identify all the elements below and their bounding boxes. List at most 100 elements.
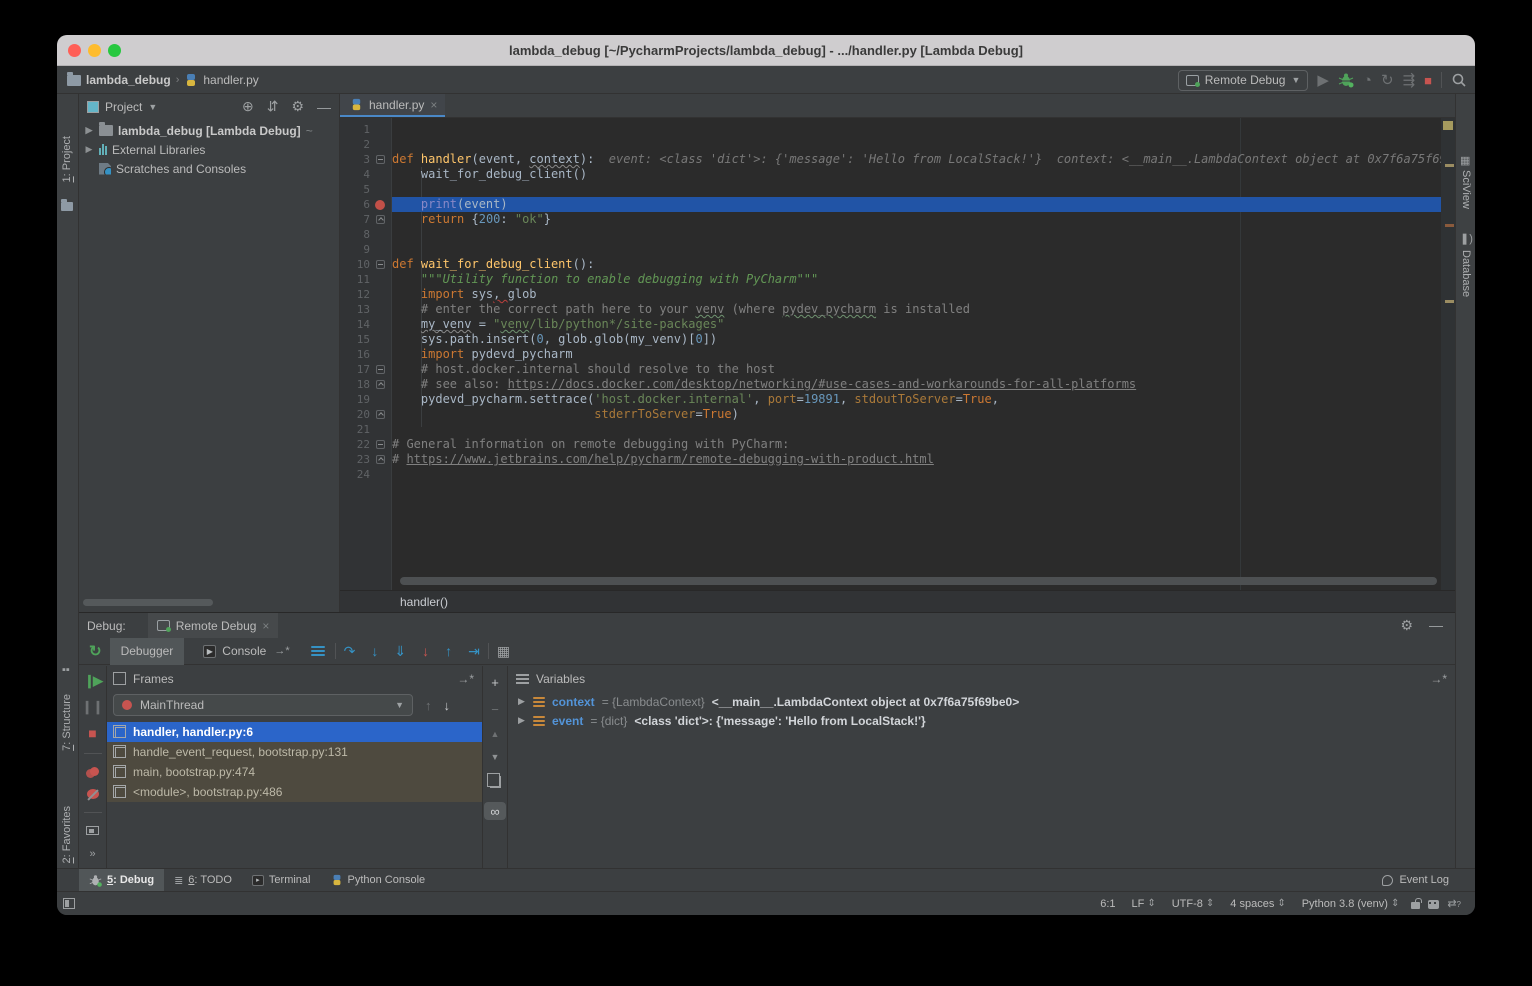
jump-to-output-icon[interactable]: →* [274, 645, 289, 657]
collapse-all-icon[interactable]: ⇵ [267, 98, 279, 115]
hide-panel-icon[interactable]: — [317, 99, 331, 115]
variable-row[interactable]: ▶context = {LambdaContext} <__main__.Lam… [508, 692, 1455, 711]
line-number[interactable]: 23 [340, 453, 370, 466]
code-lines[interactable]: def handler(event, context): event: <cla… [392, 118, 1455, 590]
code-line[interactable]: wait_for_debug_client() [392, 167, 1455, 182]
line-number[interactable]: 17 [340, 363, 370, 376]
inspections-widget-icon[interactable] [1428, 900, 1439, 909]
duplicate-watch-icon[interactable] [490, 776, 501, 788]
threads-view-icon[interactable] [311, 644, 325, 658]
expand-arrow-icon[interactable]: ▶ [518, 696, 526, 707]
search-everywhere-icon[interactable] [1451, 72, 1467, 88]
readonly-lock-icon[interactable] [1411, 902, 1420, 909]
profiler-button[interactable]: ◔ [1363, 73, 1372, 88]
line-number[interactable]: 2 [340, 138, 370, 151]
stack-frame-row[interactable]: handle_event_request, bootstrap.py:131 [107, 742, 482, 762]
project-panel-title[interactable]: Project [105, 100, 142, 114]
gear-icon[interactable]: ⚙ [291, 98, 304, 115]
fold-end-icon[interactable] [376, 455, 385, 464]
fold-end-icon[interactable] [376, 410, 385, 419]
code-line[interactable]: # General information on remote debuggin… [392, 437, 1455, 452]
close-icon[interactable]: × [430, 98, 437, 112]
tool-button-favorites[interactable]: 2: Favorites [61, 806, 73, 863]
force-step-into-icon[interactable]: ↓ [422, 644, 429, 658]
tool-button-project[interactable]: 1: Project [61, 136, 73, 182]
error-stripe[interactable] [1441, 118, 1455, 590]
tab-console[interactable]: ▶ Console →* [192, 638, 300, 665]
step-into-my-code-icon[interactable]: ⇓ [394, 644, 406, 658]
float-panel-icon[interactable]: →* [457, 672, 474, 686]
encoding-selector[interactable]: UTF-8 [1168, 898, 1219, 910]
gear-icon[interactable]: ⚙ [1400, 617, 1413, 634]
run-to-cursor-icon[interactable]: ⇥ [468, 644, 480, 658]
expand-arrow-icon[interactable]: ▶ [84, 144, 94, 155]
line-number[interactable]: 1 [340, 123, 370, 136]
pause-button[interactable]: ❙❙ [82, 700, 104, 713]
code-line[interactable]: sys.path.insert(0, glob.glob(my_venv)[0]… [392, 332, 1455, 347]
line-number[interactable]: 9 [340, 243, 370, 256]
stripe-mark[interactable] [1443, 121, 1453, 130]
tab-debugger[interactable]: Debugger [110, 638, 185, 665]
line-number[interactable]: 3 [340, 153, 370, 166]
code-line[interactable] [392, 137, 1455, 152]
debug-session-tab[interactable]: Remote Debug × [148, 613, 279, 638]
code-line[interactable]: my_venv = "venv/lib/python*/site-package… [392, 317, 1455, 332]
tree-item[interactable]: ▶lambda_debug [Lambda Debug] ~ [79, 121, 339, 140]
breadcrumb-project[interactable]: lambda_debug [86, 73, 171, 87]
view-breakpoints-button[interactable] [86, 767, 99, 776]
line-number[interactable]: 7 [340, 213, 370, 226]
move-down-icon[interactable]: ▼ [491, 753, 500, 762]
more-actions-chevron[interactable]: » [89, 848, 95, 860]
line-number[interactable]: 10 [340, 258, 370, 271]
expand-arrow-icon[interactable]: ▶ [84, 125, 94, 136]
stack-frame-row[interactable]: handler, handler.py:6 [107, 722, 482, 742]
line-number[interactable]: 18 [340, 378, 370, 391]
breadcrumb-file[interactable]: handler.py [203, 73, 258, 87]
coverage-button[interactable]: ↻ [1381, 73, 1394, 88]
code-line[interactable] [392, 227, 1455, 242]
interpreter-selector[interactable]: Python 3.8 (venv) [1298, 898, 1404, 910]
stack-frame-row[interactable]: main, bootstrap.py:474 [107, 762, 482, 782]
line-number[interactable]: 11 [340, 273, 370, 286]
code-line[interactable]: def handler(event, context): event: <cla… [392, 152, 1455, 167]
run-configurations-button[interactable]: ⇶ [1403, 73, 1416, 88]
step-into-icon[interactable]: ↓ [371, 644, 378, 658]
caret-position[interactable]: 6:1 [1096, 898, 1119, 910]
restore-layout-button[interactable] [86, 826, 99, 835]
line-number[interactable]: 22 [340, 438, 370, 451]
code-line[interactable]: return {200: "ok"} [392, 212, 1455, 227]
tool-button-structure[interactable]: 7: Structure [61, 694, 73, 751]
run-button[interactable]: ▶ [1317, 73, 1329, 88]
stack-frame-row[interactable]: <module>, bootstrap.py:486 [107, 782, 482, 802]
stop-button[interactable]: ■ [1424, 74, 1432, 87]
line-number[interactable]: 13 [340, 303, 370, 316]
tool-button-debug[interactable]: 5: Debug [79, 869, 164, 892]
tool-button-terminal[interactable]: ▸Terminal [242, 869, 321, 892]
editor-breadcrumb[interactable]: handler() [340, 590, 1455, 612]
step-out-icon[interactable]: ↑ [445, 644, 452, 658]
code-line[interactable]: print(event) [392, 197, 1455, 212]
locate-file-icon[interactable]: ⊕ [242, 98, 254, 115]
line-number[interactable]: 20 [340, 408, 370, 421]
step-over-icon[interactable]: ↷ [344, 644, 356, 658]
code-line[interactable] [392, 422, 1455, 437]
code-line[interactable] [392, 182, 1455, 197]
code-line[interactable]: def wait_for_debug_client(): [392, 257, 1455, 272]
editor-gutter[interactable]: 123456789101112131415161718192021222324 [340, 118, 392, 590]
code-line[interactable]: # see also: https://docs.docker.com/desk… [392, 377, 1455, 392]
code-line[interactable]: pydevd_pycharm.settrace('host.docker.int… [392, 392, 1455, 407]
line-number[interactable]: 24 [340, 468, 370, 481]
stripe-mark[interactable] [1445, 300, 1454, 303]
line-number[interactable]: 5 [340, 183, 370, 196]
tool-button-todo[interactable]: ≣6: TODO [164, 869, 242, 892]
fold-end-icon[interactable] [376, 215, 385, 224]
code-line[interactable]: stderrToServer=True) [392, 407, 1455, 422]
tree-item[interactable]: ▶External Libraries [79, 140, 339, 159]
code-line[interactable]: import pydevd_pycharm [392, 347, 1455, 362]
fold-open-icon[interactable] [376, 365, 385, 374]
editor-tab-handler[interactable]: handler.py × [340, 94, 445, 117]
indent-selector[interactable]: 4 spaces [1226, 898, 1289, 910]
fold-open-icon[interactable] [376, 440, 385, 449]
tool-button-python-console[interactable]: Python Console [321, 869, 436, 892]
evaluate-expression-icon[interactable]: ▦ [497, 644, 510, 658]
